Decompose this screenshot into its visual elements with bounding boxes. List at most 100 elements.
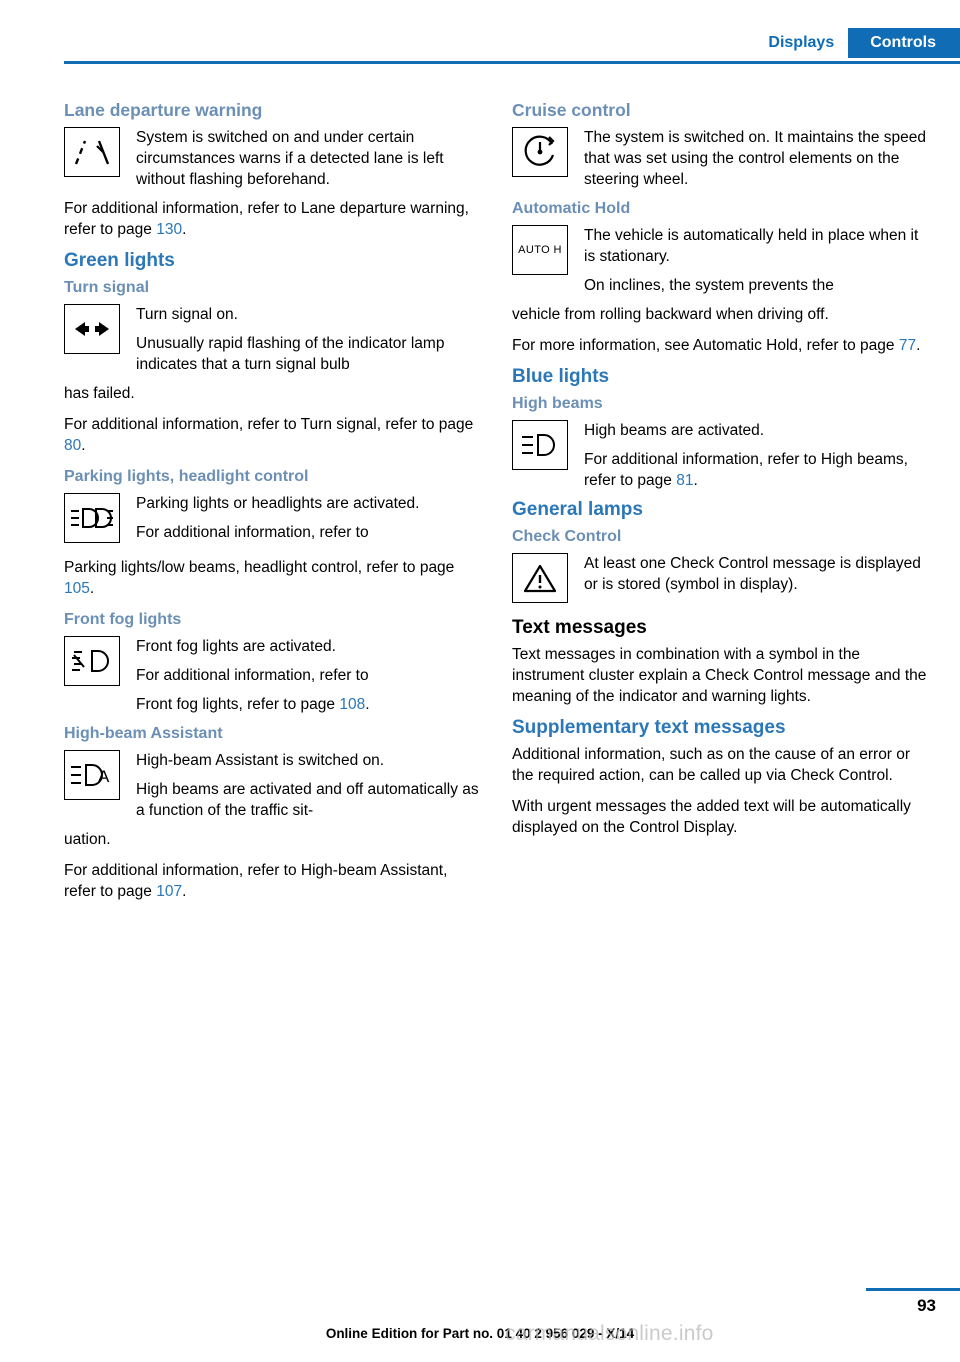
turn-signal-ref-post: . (81, 437, 86, 454)
high-beams-icon (512, 420, 568, 470)
hba-ref-pre: For additional information, refer to Hig… (64, 862, 448, 900)
check-control-icon-text: At least one Check Control message is di… (584, 553, 928, 595)
parking-lights-icon-block: Parking lights or headlights are activat… (64, 493, 480, 549)
automatic-hold-icon-text: The vehicle is automatically held in pla… (584, 225, 928, 296)
heading-general-lamps: General lamps (512, 499, 643, 520)
front-fog-line-1: Front fog lights are activated. (136, 638, 336, 655)
high-beams-line-2: For additional information, refer to Hig… (584, 449, 928, 491)
heading-parking-lights: Parking lights, headlight control (64, 468, 309, 485)
front-fog-line-2: For additional information, refer to (136, 665, 480, 686)
cruise-control-icon-block: The system is switched on. It maintains … (512, 127, 928, 190)
supplementary-body-2: With urgent messages the added text will… (512, 798, 911, 836)
heading-supplementary-text-messages: Supplementary text messages (512, 717, 786, 738)
manual-page: Displays Controls Lane departure warning… (0, 0, 960, 1362)
left-column: Lane departure warning System is switche… (64, 100, 480, 912)
front-fog-line-3-pre: Front fog lights, refer to page (136, 696, 340, 713)
footer-rule (866, 1288, 960, 1291)
high-beam-assistant-icon-text: High-beam Assistant is switched on. High… (136, 750, 480, 821)
high-beams-page-ref[interactable]: 81 (676, 472, 693, 489)
parking-lights-page-ref[interactable]: 105 (64, 580, 90, 597)
parking-lights-line-2: For additional information, refer to (136, 524, 369, 541)
automatic-hold-icon-block: AUTO H The vehicle is automatically held… (512, 225, 928, 296)
right-column: Cruise control The system is switched on… (512, 100, 928, 848)
page-number: 93 (917, 1296, 936, 1315)
cruise-control-icon (512, 127, 568, 177)
turn-signal-page-ref[interactable]: 80 (64, 437, 81, 454)
automatic-hold-line-1: The vehicle is automatically held in pla… (584, 227, 919, 265)
high-beam-assistant-icon-block: A High-beam Assistant is switched on. Hi… (64, 750, 480, 821)
turn-signal-line-1: Turn signal on. (136, 306, 238, 323)
lane-departure-description: System is switched on and under certain … (136, 129, 444, 188)
heading-high-beams: High beams (512, 395, 603, 412)
hba-ref-post: . (182, 883, 187, 900)
automatic-hold-line-2: On inclines, the system prevents the (584, 277, 834, 294)
parking-lights-line-1: Parking lights or headlights are activat… (136, 495, 420, 512)
lane-departure-warning-icon (64, 127, 120, 177)
turn-signal-line-2: Unusually rapid flashing of the indicato… (136, 335, 445, 373)
high-beam-assistant-icon: A (64, 750, 120, 800)
high-beams-icon-block: High beams are activated. For additional… (512, 420, 928, 491)
heading-turn-signal: Turn signal (64, 279, 150, 296)
cruise-control-icon-text: The system is switched on. It maintains … (584, 127, 928, 190)
header-rule (64, 61, 960, 64)
heading-lane-departure-warning: Lane departure warning (64, 100, 263, 120)
automatic-hold-icon: AUTO H (512, 225, 568, 275)
page-header: Displays Controls (0, 0, 960, 64)
tab-displays[interactable]: Displays (754, 34, 848, 58)
parking-lights-headlight-icon (64, 493, 120, 543)
heading-cruise-control: Cruise control (512, 100, 631, 120)
header-tabs: Displays Controls (754, 28, 960, 58)
turn-signal-arrows-icon (64, 304, 120, 354)
high-beams-icon-text: High beams are activated. For additional… (584, 420, 928, 491)
automatic-hold-page-ref[interactable]: 77 (899, 337, 916, 354)
lane-departure-icon-text: System is switched on and under certain … (136, 127, 480, 190)
automatic-hold-ref-post: . (916, 337, 921, 354)
turn-signal-ref-pre: For additional information, refer to Tur… (64, 416, 474, 433)
parking-lights-after-icon: Parking lights/low beams, headlight cont… (64, 557, 480, 599)
heading-blue-lights: Blue lights (512, 366, 610, 387)
check-control-warning-triangle-icon (512, 553, 568, 603)
high-beams-ref-pre: For additional information, refer to Hig… (584, 451, 908, 489)
front-fog-ref-post: . (365, 696, 370, 713)
lane-departure-icon-block: System is switched on and under certain … (64, 127, 480, 190)
front-fog-icon-block: Front fog lights are activated. For addi… (64, 636, 480, 715)
turn-signal-icon-block: Turn signal on. Unusually rapid flashing… (64, 304, 480, 375)
turn-signal-reference: For additional information, refer to Tur… (64, 414, 480, 456)
automatic-hold-reference: For more information, see Automatic Hold… (512, 335, 928, 356)
turn-signal-icon-text: Turn signal on. Unusually rapid flashing… (136, 304, 480, 375)
front-fog-page-ref[interactable]: 108 (339, 696, 365, 713)
heading-green-lights: Green lights (64, 250, 175, 271)
high-beams-ref-post: . (693, 472, 698, 489)
heading-automatic-hold: Automatic Hold (512, 200, 631, 217)
heading-check-control: Check Control (512, 528, 622, 545)
lane-departure-ref-post: . (182, 221, 187, 238)
automatic-hold-after-icon: vehicle from rolling backward when drivi… (512, 306, 829, 323)
high-beams-line-1: High beams are activated. (584, 422, 765, 439)
parking-lights-ref-post: . (89, 580, 95, 597)
edition-line: Online Edition for Part no. 01 40 2 956 … (325, 1326, 635, 1341)
svg-text:A: A (98, 767, 110, 786)
turn-signal-after-icon: has failed. (64, 385, 135, 402)
heading-text-messages: Text messages (512, 617, 647, 638)
automatic-hold-icon-label: AUTO H (518, 243, 562, 256)
hba-reference: For additional information, refer to Hig… (64, 860, 480, 902)
hba-after-icon: uation. (64, 831, 111, 848)
heading-high-beam-assistant: High-beam Assistant (64, 725, 223, 742)
parking-lights-icon-text: Parking lights or headlights are activat… (136, 493, 480, 543)
front-fog-line-3: Front fog lights, refer to page 108. (136, 694, 480, 715)
lane-departure-page-ref[interactable]: 130 (156, 221, 182, 238)
cruise-control-description: The system is switched on. It maintains … (584, 129, 927, 188)
front-fog-icon-text: Front fog lights are activated. For addi… (136, 636, 480, 715)
front-fog-lights-icon (64, 636, 120, 686)
supplementary-body-1: Additional information, such as on the c… (512, 746, 911, 784)
front-fog-line-2-text: For additional information, refer to (136, 667, 369, 684)
parking-lights-after-text: Parking lights/low beams, headlight cont… (64, 559, 455, 576)
check-control-description: At least one Check Control message is di… (584, 555, 921, 593)
hba-line-2: High beams are activated and off automat… (136, 781, 479, 819)
hba-line-1: High-beam Assistant is switched on. (136, 752, 385, 769)
tab-controls[interactable]: Controls (848, 28, 960, 58)
lane-departure-reference: For additional information, refer to Lan… (64, 198, 480, 240)
check-control-icon-block: At least one Check Control message is di… (512, 553, 928, 609)
text-messages-body: Text messages in combination with a symb… (512, 646, 927, 705)
hba-page-ref[interactable]: 107 (156, 883, 182, 900)
